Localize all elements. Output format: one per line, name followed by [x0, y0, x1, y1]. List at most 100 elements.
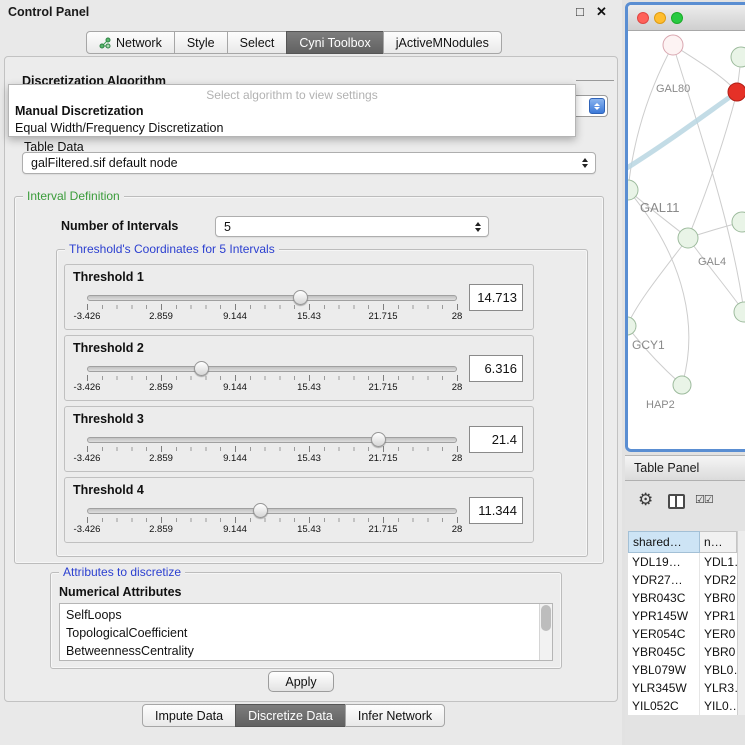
numerical-attributes-label: Numerical Attributes	[59, 585, 181, 599]
table-row[interactable]: YBL079WYBL0…	[628, 661, 737, 679]
threshold-2-slider[interactable]: -3.426 2.859 9.144 15.43 21.715 28	[87, 360, 457, 398]
threshold-3-label: Threshold 3	[73, 412, 144, 426]
table-data-combobox[interactable]: galFiltered.sif default node	[22, 152, 596, 174]
tick-label: 21.715	[368, 311, 397, 322]
threshold-2-box: Threshold 2 -3.426 2.859 9.144 15.43 21.…	[64, 335, 534, 401]
tab-cyni-toolbox[interactable]: Cyni Toolbox	[286, 31, 383, 54]
threshold-2-value-field[interactable]: 6.316	[469, 355, 523, 382]
table-row[interactable]: YDR27…YDR2…	[628, 571, 737, 589]
threshold-2-label: Threshold 2	[73, 341, 144, 355]
cell: YLR3…	[700, 679, 737, 697]
control-panel-title: Control Panel	[8, 5, 89, 19]
node-label: GCY1	[632, 338, 665, 352]
tab-label: Network	[116, 36, 162, 50]
network-graph: GAL80 GAL11 GAL4 GCY1 HAP2	[628, 31, 745, 448]
tick-label: -3.426	[74, 453, 101, 464]
thresholds-group-title: Threshold's Coordinates for 5 Intervals	[65, 242, 279, 256]
threshold-1-slider-thumb[interactable]	[293, 290, 308, 305]
column-header-name[interactable]: n…	[700, 531, 737, 553]
table-panel: ⚙ ☑☑ shared… n… YDL19…YDL1… YDR27…YDR2… …	[625, 481, 745, 745]
list-item[interactable]: BetweennessCentrality	[60, 642, 552, 660]
table-row[interactable]: YLR345WYLR3…	[628, 679, 737, 697]
node-selected-red[interactable]	[728, 83, 745, 101]
slider-track[interactable]	[87, 366, 457, 372]
number-of-intervals-value: 5	[224, 220, 231, 234]
node[interactable]	[732, 212, 745, 232]
float-window-icon[interactable]: □	[576, 4, 584, 19]
column-header-shared-name[interactable]: shared…	[628, 531, 700, 553]
dropdown-option-equal-width-frequency[interactable]: Equal Width/Frequency Discretization	[15, 121, 223, 135]
tab-impute-data[interactable]: Impute Data	[142, 704, 236, 727]
interval-definition-title: Interval Definition	[23, 189, 124, 203]
slider-track[interactable]	[87, 508, 457, 514]
threshold-3-slider[interactable]: -3.426 2.859 9.144 15.43 21.715 28	[87, 431, 457, 469]
table-row[interactable]: YBR043CYBR0…	[628, 589, 737, 607]
threshold-1-label: Threshold 1	[73, 270, 144, 284]
table-row[interactable]: YER054CYER0…	[628, 625, 737, 643]
network-view-window[interactable]: GAL80 GAL11 GAL4 GCY1 HAP2	[625, 2, 745, 452]
select-columns-icon[interactable]: ☑☑	[695, 493, 713, 506]
cell: YBR0…	[700, 589, 737, 607]
tick-label: 21.715	[368, 453, 397, 464]
threshold-4-slider[interactable]: -3.426 2.859 9.144 15.43 21.715 28	[87, 502, 457, 540]
threshold-3-value-field[interactable]: 21.4	[469, 426, 523, 453]
close-icon[interactable]: ✕	[596, 4, 607, 20]
network-canvas[interactable]: GAL80 GAL11 GAL4 GCY1 HAP2	[628, 31, 745, 448]
cell: YDR2…	[700, 571, 737, 589]
node[interactable]	[731, 47, 745, 67]
number-of-intervals-combobox[interactable]: 5	[215, 216, 489, 237]
apply-button[interactable]: Apply	[268, 671, 334, 692]
slider-major-ticks	[87, 446, 458, 452]
node-gcy1[interactable]	[628, 317, 636, 335]
node-hap2[interactable]	[673, 376, 691, 394]
screen: Control Panel □ ✕ Network Style Select C…	[0, 0, 745, 745]
table-row[interactable]: YDL19…YDL1…	[628, 553, 737, 571]
attributes-group: Attributes to discretize Numerical Attri…	[50, 572, 562, 669]
numerical-attributes-list[interactable]: SelfLoops TopologicalCoefficient Between…	[59, 603, 553, 661]
tick-label: 9.144	[223, 524, 247, 535]
columns-icon[interactable]	[668, 494, 685, 509]
list-item[interactable]: SelfLoops	[60, 604, 552, 624]
algorithm-combobox-fragment[interactable]	[572, 95, 608, 117]
tick-label: 28	[452, 311, 463, 322]
scrollbar-thumb[interactable]	[541, 605, 551, 631]
dropdown-option-manual-discretization[interactable]: Manual Discretization	[15, 104, 144, 118]
window-zoom-icon[interactable]	[671, 12, 683, 24]
slider-track[interactable]	[87, 295, 457, 301]
window-close-icon[interactable]	[637, 12, 649, 24]
tick-label: 28	[452, 382, 463, 393]
threshold-1-slider[interactable]: -3.426 2.859 9.144 15.43 21.715 28	[87, 289, 457, 327]
threshold-1-value-field[interactable]: 14.713	[469, 284, 523, 311]
table-panel-titlebar[interactable]: Table Panel	[625, 455, 745, 481]
threshold-3-slider-thumb[interactable]	[371, 432, 386, 447]
tab-select[interactable]: Select	[227, 31, 288, 54]
threshold-4-slider-thumb[interactable]	[253, 503, 268, 518]
list-item[interactable]: TopologicalCoefficient	[60, 624, 552, 642]
cell: YIL052C	[628, 697, 700, 715]
tab-style[interactable]: Style	[174, 31, 228, 54]
threshold-4-value-field[interactable]: 11.344	[469, 497, 523, 524]
gear-icon[interactable]: ⚙	[638, 490, 653, 510]
table-row[interactable]: YPR145WYPR1…	[628, 607, 737, 625]
table-scrollbar[interactable]	[737, 531, 745, 715]
tab-network[interactable]: Network	[86, 31, 175, 54]
cell: YBR043C	[628, 589, 700, 607]
node[interactable]	[734, 302, 745, 322]
tab-jactivemnodules[interactable]: jActiveMNodules	[383, 31, 502, 54]
window-minimize-icon[interactable]	[654, 12, 666, 24]
node-gal4[interactable]	[678, 228, 698, 248]
tab-discretize-data[interactable]: Discretize Data	[235, 704, 346, 727]
table-row[interactable]: YIL052CYIL0…	[628, 697, 737, 715]
node-gal80[interactable]	[663, 35, 683, 55]
attributes-group-title: Attributes to discretize	[59, 565, 185, 579]
interval-definition-group: Interval Definition Number of Intervals …	[14, 196, 604, 564]
threshold-2-slider-thumb[interactable]	[194, 361, 209, 376]
tick-label: 28	[452, 524, 463, 535]
combobox-stepper-icon[interactable]	[589, 98, 605, 114]
slider-track[interactable]	[87, 437, 457, 443]
number-of-intervals-label: Number of Intervals	[61, 219, 178, 233]
tick-label: 15.43	[297, 311, 321, 322]
tab-infer-network[interactable]: Infer Network	[345, 704, 445, 727]
list-scrollbar[interactable]	[539, 604, 552, 660]
table-row[interactable]: YBR045CYBR0…	[628, 643, 737, 661]
